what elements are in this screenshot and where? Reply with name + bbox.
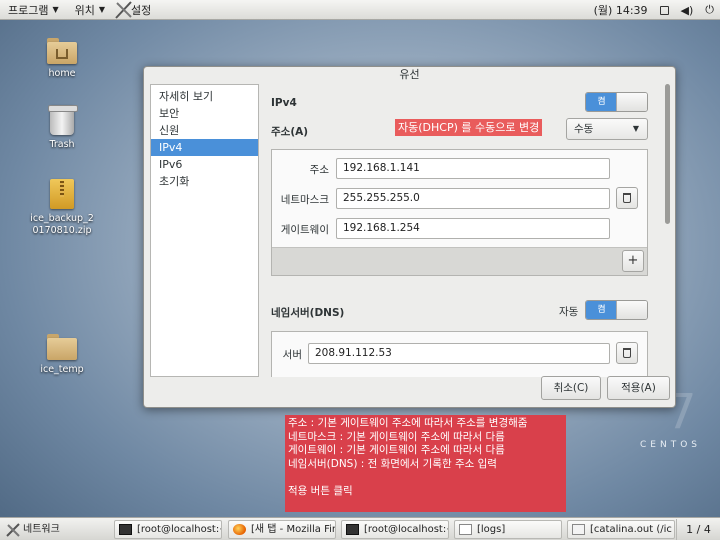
toggle-knob <box>616 93 647 111</box>
gateway-input[interactable]: 192.168.1.254 <box>336 218 610 239</box>
network-tools-icon <box>6 523 20 537</box>
desktop-icon-label: home <box>48 68 76 79</box>
ipv4-heading: IPv4 <box>271 97 297 109</box>
terminal-icon <box>346 524 359 535</box>
bottom-taskbar: 네트워크 [root@localhost:~ [새 탭 - Mozilla Fi… <box>0 517 720 540</box>
tools-icon <box>115 0 132 19</box>
annotation-line: 네트마스크 : 기본 게이트웨이 주소에 따라서 다름 <box>288 430 505 443</box>
desktop-icon-trash[interactable]: Trash <box>17 105 107 151</box>
sidebar-item-details[interactable]: 자세히 보기 <box>151 88 258 105</box>
annotation-line: 게이트웨이 : 기본 게이트웨이 주소에 따라서 다름 <box>288 444 505 456</box>
dns-server-input[interactable]: 208.91.112.53 <box>308 343 610 364</box>
task-label: [root@localhost:~ <box>364 524 449 535</box>
centos-branding: CENTOS <box>640 440 701 450</box>
workspace-pager[interactable]: 1 / 4 <box>676 519 720 540</box>
home-folder-icon <box>47 38 77 64</box>
volume-icon[interactable]: ◀) <box>681 4 694 17</box>
clock[interactable]: (월) 14:39 <box>594 2 648 18</box>
trash-icon <box>48 105 78 135</box>
toggle-knob <box>616 301 647 319</box>
address-label: 주소 <box>309 164 329 176</box>
settings-scrollbar[interactable] <box>663 84 671 377</box>
applications-menu[interactable]: 프로그램 ▼ <box>0 0 67 20</box>
wired-settings-dialog: 유선 자세히 보기 보안 신원 IPv4 IPv6 초기화 IPv4 켬 주소(… <box>143 66 676 408</box>
sidebar-item-identity[interactable]: 신원 <box>151 122 258 139</box>
apply-button[interactable]: 적용(A) <box>607 376 670 400</box>
folder-icon <box>47 334 77 360</box>
network-tray[interactable]: 네트워크 <box>3 520 60 539</box>
cancel-button[interactable]: 취소(C) <box>541 376 601 400</box>
toggle-on-label: 켬 <box>586 93 617 111</box>
desktop-icon-home[interactable]: home <box>17 38 107 80</box>
power-icon[interactable]: ⏻ <box>705 3 714 17</box>
annotation-method-note: 자동(DHCP) 를 수동으로 변경 <box>395 119 543 136</box>
task-label: [catalina.out (/ic <box>590 524 672 535</box>
task-label: [새 탭 - Mozilla Fir <box>251 524 336 535</box>
top-panel: 프로그램 ▼ 위치 ▼ 설정 (월) 14:39 ◀) ⏻ <box>0 0 720 20</box>
terminal-icon <box>119 524 132 535</box>
trash-icon <box>623 193 631 203</box>
places-menu-label: 위치 <box>74 3 95 17</box>
address-input[interactable]: 192.168.1.141 <box>336 158 610 179</box>
method-select-value: 수동 <box>574 123 594 135</box>
trash-icon <box>623 348 631 358</box>
window-icon[interactable] <box>659 5 669 15</box>
settings-menu[interactable]: 설정 <box>113 0 159 20</box>
dns-server-label: 서버 <box>282 349 302 361</box>
annotation-instructions: 주소 : 기본 게이트웨이 주소에 따라서 주소를 변경해줌 네트마스크 : 기… <box>285 415 566 512</box>
firefox-icon <box>233 524 246 535</box>
add-address-button[interactable]: + <box>622 250 644 272</box>
dns-heading: 네임서버(DNS) <box>271 307 345 319</box>
sidebar-item-ipv6[interactable]: IPv6 <box>151 156 258 173</box>
chevron-down-icon: ▼ <box>632 124 639 133</box>
annotation-line <box>288 471 563 485</box>
chevron-down-icon: ▼ <box>52 5 59 14</box>
method-select[interactable]: 수동 ▼ <box>566 118 648 140</box>
sidebar-item-reset[interactable]: 초기화 <box>151 173 258 190</box>
delete-address-button[interactable] <box>616 187 638 209</box>
task-terminal-1[interactable]: [root@localhost:~ <box>114 520 222 539</box>
annotation-line: 주소 : 기본 게이트웨이 주소에 따라서 주소를 변경해줌 <box>288 417 528 429</box>
settings-sidebar: 자세히 보기 보안 신원 IPv4 IPv6 초기화 <box>150 84 259 377</box>
scrollbar-thumb[interactable] <box>665 84 670 224</box>
task-catalina[interactable]: [catalina.out (/ic <box>567 520 675 539</box>
desktop-icon-ice-temp[interactable]: ice_temp <box>17 334 107 376</box>
annotation-line: 네임서버(DNS) : 전 화면에서 기록한 주소 입력 <box>288 457 497 470</box>
task-terminal-2[interactable]: [root@localhost:~ <box>341 520 449 539</box>
toggle-on-label: 켬 <box>586 301 617 319</box>
address-section-label: 주소(A) <box>271 126 309 138</box>
dns-panel: 서버 208.91.112.53 <box>271 331 648 377</box>
desktop-icon-label: ice_temp <box>40 364 84 375</box>
dns-auto-label: 자동 <box>559 306 579 318</box>
delete-dns-button[interactable] <box>616 342 638 364</box>
dialog-title: 유선 <box>399 68 420 81</box>
sidebar-item-ipv4[interactable]: IPv4 <box>151 139 258 156</box>
ipv4-toggle[interactable]: 켬 <box>585 92 648 112</box>
applications-menu-label: 프로그램 <box>8 3 49 17</box>
chevron-down-icon: ▼ <box>98 5 106 14</box>
task-label: [root@localhost:~ <box>137 524 222 535</box>
desktop-icon-zip[interactable]: ice_backup_20170810.zip <box>17 179 107 237</box>
places-menu[interactable]: 위치 ▼ <box>67 0 113 20</box>
address-panel: 주소 192.168.1.141 네트마스크 255.255.255.0 게이트… <box>271 149 648 276</box>
gateway-label: 게이트웨이 <box>280 224 329 236</box>
task-logs[interactable]: [logs] <box>454 520 562 539</box>
desktop-icon-label: Trash <box>49 139 75 150</box>
task-label: [logs] <box>477 524 506 535</box>
network-label: 네트워크 <box>23 524 60 535</box>
task-firefox[interactable]: [새 탭 - Mozilla Fir <box>228 520 336 539</box>
desktop-icon-label: ice_backup_20170810.zip <box>30 213 94 236</box>
netmask-label: 네트마스크 <box>280 194 329 206</box>
add-row-area <box>272 247 647 275</box>
text-editor-icon <box>572 524 585 535</box>
netmask-input[interactable]: 255.255.255.0 <box>336 188 610 209</box>
dns-auto-toggle[interactable]: 켬 <box>585 300 648 320</box>
annotation-line: 적용 버튼 클릭 <box>288 485 353 497</box>
zip-archive-icon <box>50 179 74 209</box>
file-manager-icon <box>459 524 472 535</box>
sidebar-item-security[interactable]: 보안 <box>151 105 258 122</box>
